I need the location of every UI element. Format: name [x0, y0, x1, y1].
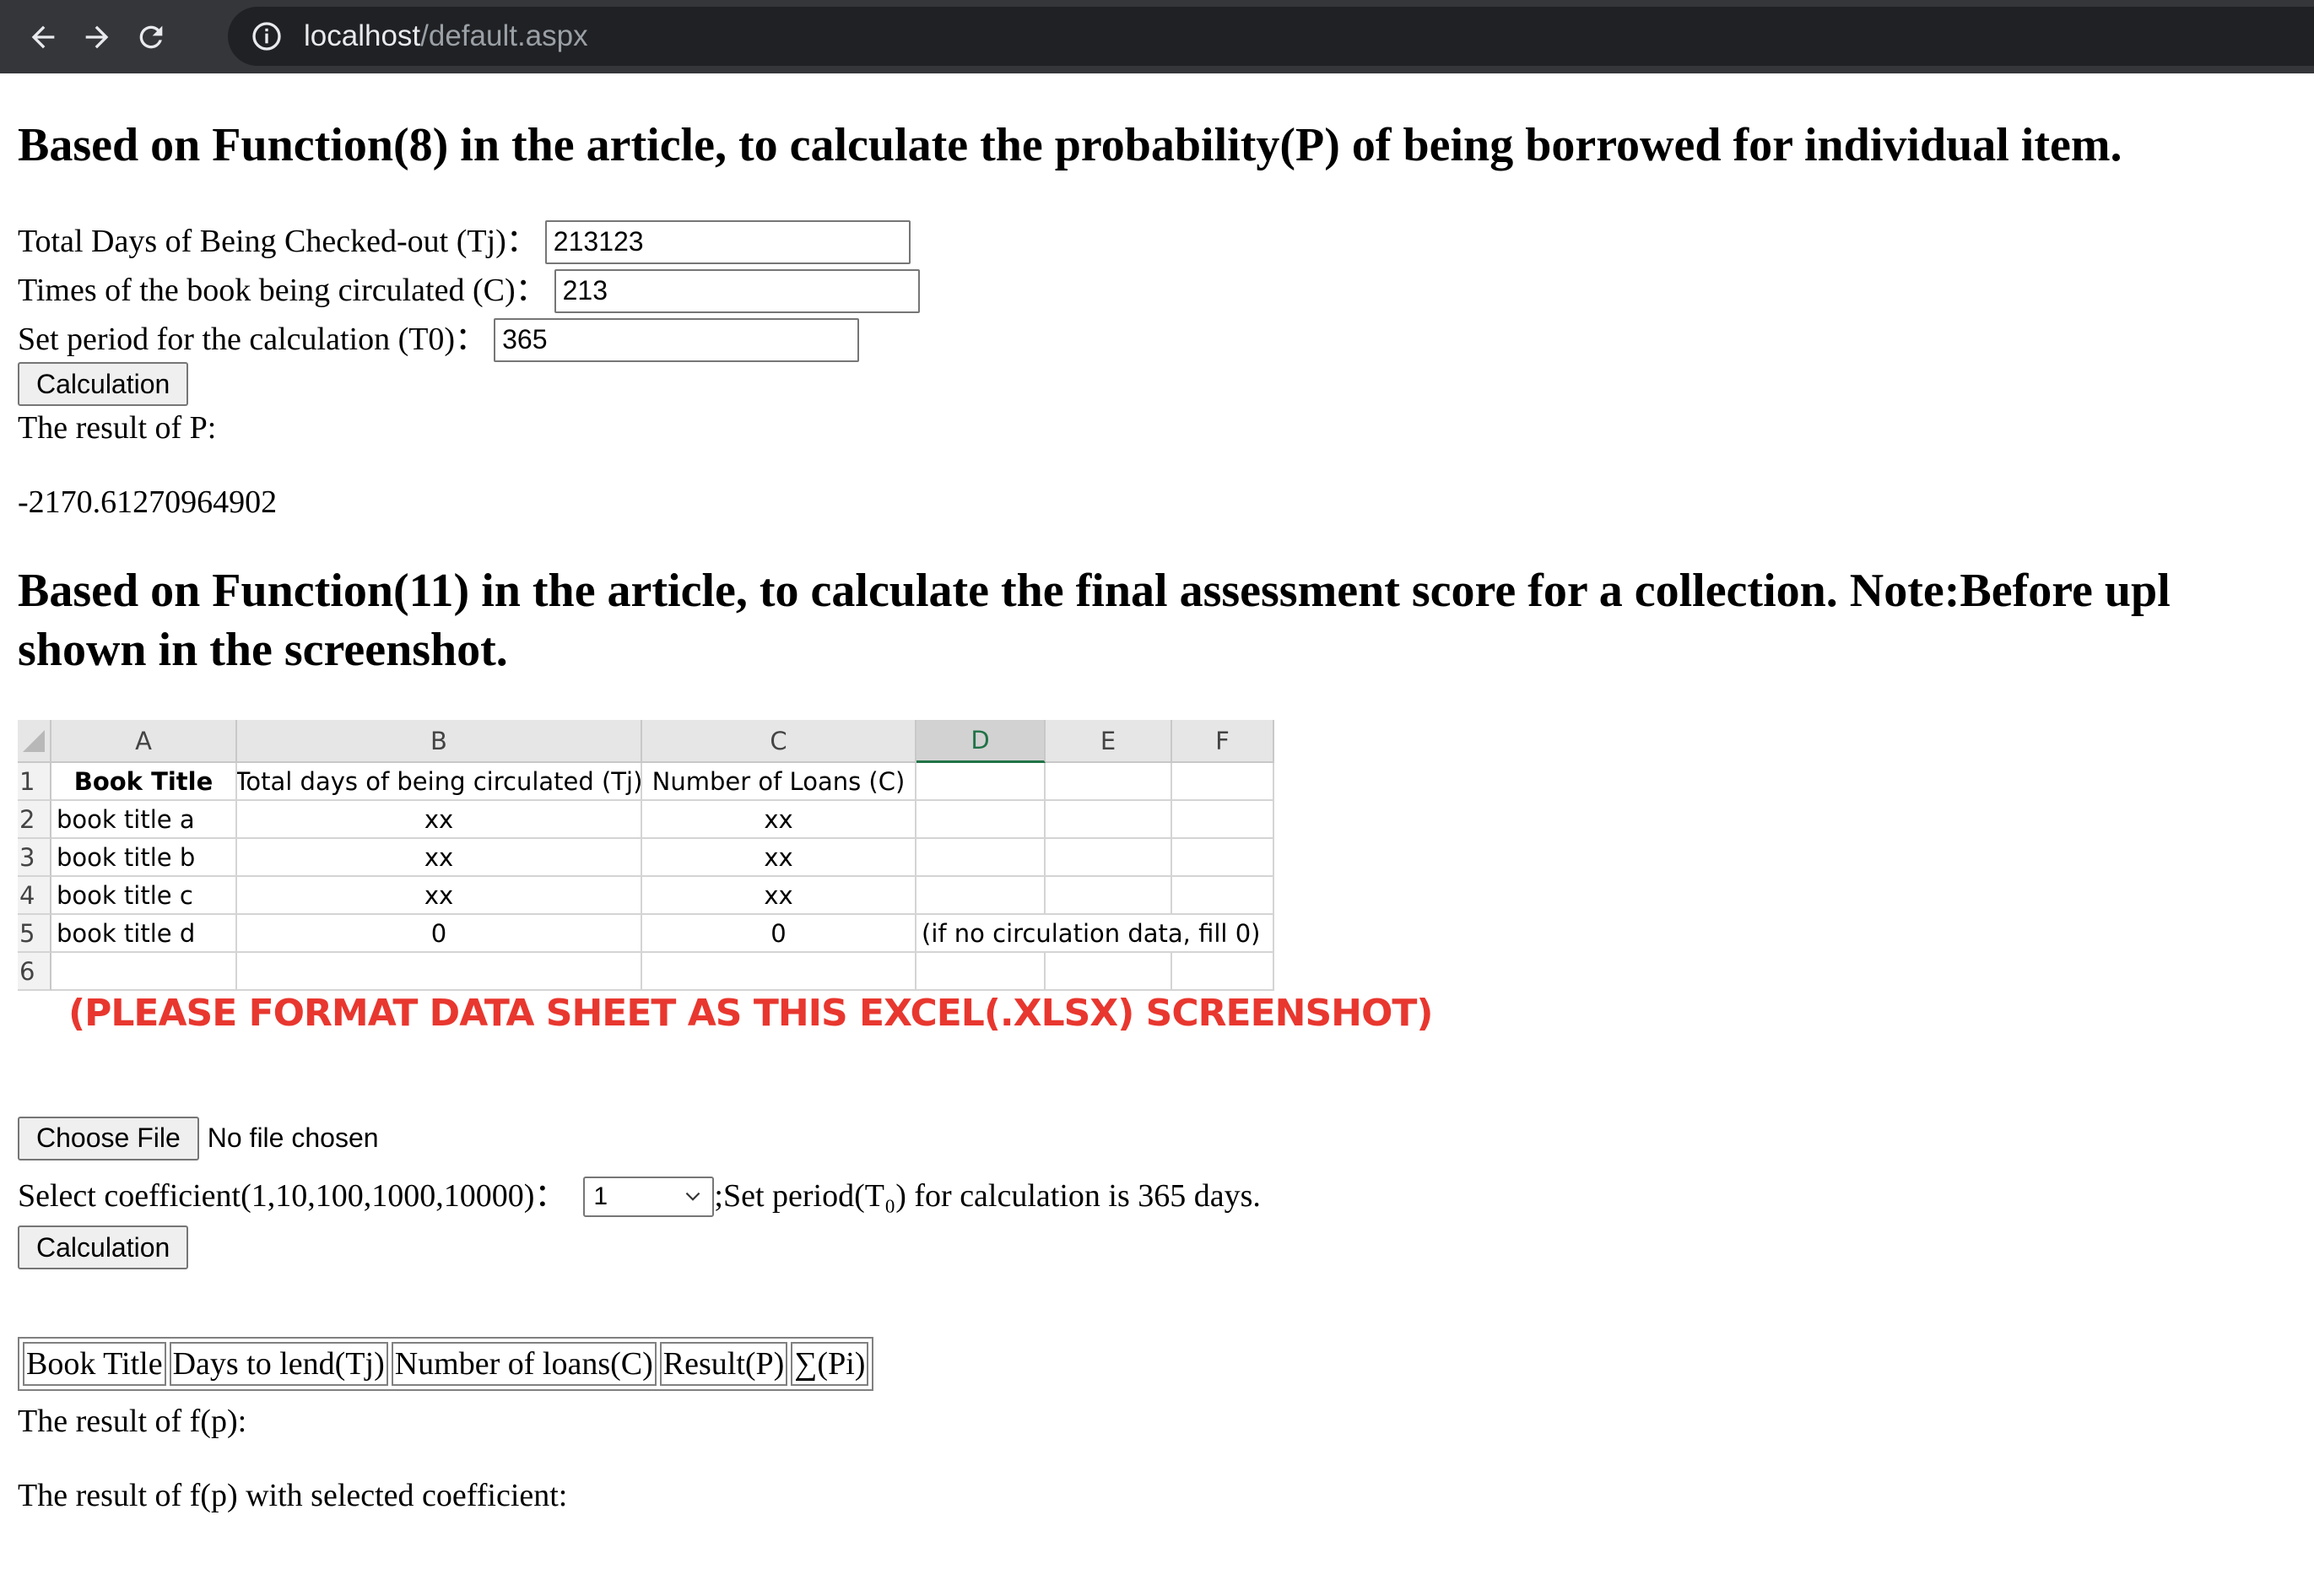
excel-cell — [1046, 801, 1172, 839]
result-table-header-row: Book Title Days to lend(Tj) Number of lo… — [23, 1342, 869, 1386]
excel-row4-c: xx — [642, 877, 916, 915]
back-arrow-icon[interactable] — [20, 14, 66, 60]
coefficient-select[interactable]: 1 — [583, 1176, 715, 1217]
excel-cell — [1046, 763, 1172, 801]
result-p-label: The result of P: — [18, 410, 217, 446]
field-times-label: Times of the book being circulated (C)： — [18, 273, 548, 308]
excel-row3-c: xx — [642, 839, 916, 877]
field-times-row: Times of the book being circulated (C)： … — [18, 267, 920, 315]
th-days-to-lend: Days to lend(Tj) — [169, 1342, 388, 1386]
excel-row4-tj: xx — [237, 877, 642, 915]
result-table: Book Title Days to lend(Tj) Number of lo… — [18, 1337, 874, 1391]
excel-col-e: E — [1046, 720, 1172, 763]
excel-col-b: B — [237, 720, 642, 763]
excel-corner — [18, 720, 51, 763]
th-book-title: Book Title — [23, 1342, 166, 1386]
excel-header-loans: Number of Loans (C) — [642, 763, 916, 801]
file-input-row[interactable]: Choose File No file chosen — [18, 1114, 379, 1162]
address-bar[interactable]: localhost/default.aspx — [228, 7, 2314, 66]
excel-cell — [1172, 763, 1274, 801]
excel-cell — [1172, 801, 1274, 839]
period-value: 365 — [502, 324, 548, 354]
excel-cell — [1046, 839, 1172, 877]
forward-arrow-icon[interactable] — [74, 14, 120, 60]
result-p-value: -2170.61270964902 — [18, 484, 278, 520]
coefficient-selected-value: 1 — [593, 1182, 608, 1210]
excel-header-book-title: Book Title — [51, 763, 237, 801]
excel-header-total-days: Total days of being circulated (Tj) — [237, 763, 642, 801]
field-period-label: Set period for the calculation (T0)： — [18, 322, 488, 357]
browser-toolbar: localhost/default.aspx — [0, 0, 2314, 73]
excel-row-num-5: 5 — [18, 915, 51, 953]
excel-cell — [1172, 839, 1274, 877]
file-status: No file chosen — [207, 1123, 379, 1153]
excel-cell — [916, 763, 1046, 801]
chevron-down-icon — [686, 1192, 700, 1201]
excel-col-a: A — [51, 720, 237, 763]
excel-row-num-2: 2 — [18, 801, 51, 839]
excel-row3-title: book title b — [51, 839, 237, 877]
excel-cell — [1046, 877, 1172, 915]
excel-row2-title: book title a — [51, 801, 237, 839]
calculation-button-2[interactable]: Calculation — [18, 1225, 189, 1269]
excel-cell — [1172, 877, 1274, 915]
period-text: ;Set period(T₀) for calculation is 365 d… — [714, 1178, 1261, 1214]
excel-row5-tj: 0 — [237, 915, 642, 953]
excel-cell — [916, 839, 1046, 877]
th-result-p: Result(P) — [659, 1342, 788, 1386]
excel-cell — [1172, 953, 1274, 991]
period-input[interactable]: 365 — [494, 317, 860, 362]
section2-heading-line2: shown in the screenshot. — [18, 624, 508, 676]
excel-row2-tj: xx — [237, 801, 642, 839]
times-circulated-value: 213 — [562, 275, 608, 306]
excel-row5-c: 0 — [642, 915, 916, 953]
excel-cell — [51, 953, 237, 991]
reload-icon[interactable] — [128, 14, 174, 60]
excel-row5-note: (if no circulation data, fill 0) — [916, 915, 1274, 953]
result-fp-label: The result of f(p): — [18, 1404, 247, 1439]
excel-cell — [237, 953, 642, 991]
excel-row3-tj: xx — [237, 839, 642, 877]
field-period-row: Set period for the calculation (T0)： 365 — [18, 316, 860, 364]
excel-col-f: F — [1172, 720, 1274, 763]
field-total-days-label: Total Days of Being Checked-out (Tj)： — [18, 224, 538, 259]
calculation-button-1[interactable]: Calculation — [18, 362, 189, 406]
coefficient-label: Select coefficient(1,10,100,1000,10000)： — [18, 1178, 567, 1214]
section1-heading: Based on Function(8) in the article, to … — [18, 119, 2122, 171]
excel-row2-c: xx — [642, 801, 916, 839]
excel-cell — [916, 877, 1046, 915]
url-path: /default.aspx — [420, 19, 588, 52]
excel-col-d: D — [916, 720, 1046, 763]
th-number-of-loans: Number of loans(C) — [391, 1342, 657, 1386]
total-days-input[interactable]: 213123 — [544, 219, 911, 264]
excel-format-note: (PLEASE FORMAT DATA SHEET AS THIS EXCEL(… — [68, 992, 1433, 1035]
section2-heading-line1: Based on Function(11) in the article, to… — [18, 565, 2171, 617]
url-host: localhost — [304, 19, 421, 52]
result-fp-coef-label: The result of f(p) with selected coeffic… — [18, 1478, 568, 1513]
excel-cell — [642, 953, 916, 991]
info-icon[interactable] — [250, 19, 284, 53]
excel-row-num-4: 4 — [18, 877, 51, 915]
excel-row-num-3: 3 — [18, 839, 51, 877]
times-circulated-input[interactable]: 213 — [554, 268, 920, 313]
excel-row5-title: book title d — [51, 915, 237, 953]
excel-cell — [916, 801, 1046, 839]
choose-file-button[interactable]: Choose File — [18, 1116, 199, 1160]
excel-col-c: C — [642, 720, 916, 763]
field-total-days-row: Total Days of Being Checked-out (Tj)： 21… — [18, 218, 911, 266]
excel-format-screenshot: A B C D E F 1 2 3 4 5 6 Book Title Total… — [18, 720, 1433, 1117]
excel-cell — [1046, 953, 1172, 991]
coefficient-row: Select coefficient(1,10,100,1000,10000)：… — [18, 1172, 1261, 1220]
excel-row4-title: book title c — [51, 877, 237, 915]
excel-row-num-6: 6 — [18, 953, 51, 991]
total-days-value: 213123 — [553, 226, 644, 257]
th-sum-pi: ∑(Pi) — [791, 1342, 869, 1386]
excel-row-num-1: 1 — [18, 763, 51, 801]
excel-cell — [916, 953, 1046, 991]
